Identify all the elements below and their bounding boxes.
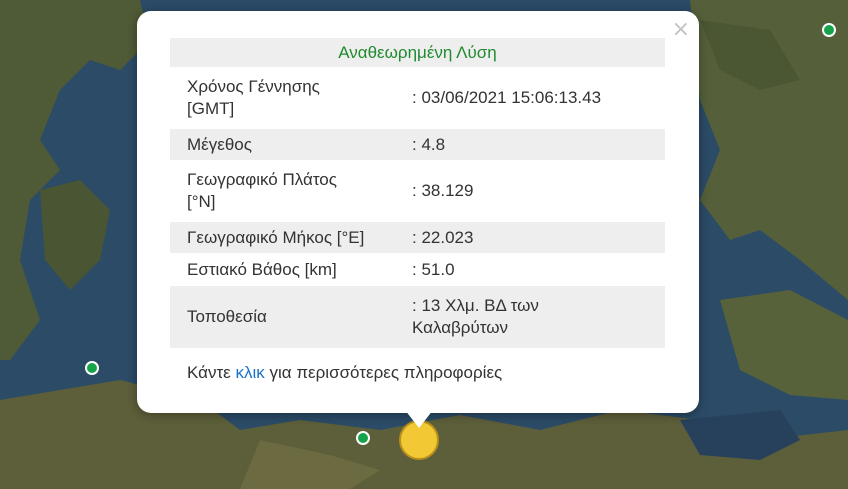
table-row: Εστιακό Βάθος [km] : 51.0 xyxy=(170,253,665,286)
earthquake-details-table: Αναθεωρημένη Λύση Χρόνος Γέννησης [GMT] … xyxy=(170,38,665,348)
row-value: : 22.023 xyxy=(412,222,665,253)
table-row: Τοποθεσία : 13 Χλμ. ΒΔ των Καλαβρύτων xyxy=(170,286,665,348)
table-row: Χρόνος Γέννησης [GMT] : 03/06/2021 15:06… xyxy=(170,67,665,129)
row-label: Γεωγραφικό Μήκος [°E] xyxy=(170,222,412,253)
popup-pointer xyxy=(405,410,433,428)
row-label: Εστιακό Βάθος [km] xyxy=(187,259,337,279)
row-label: Τοποθεσία xyxy=(170,286,412,348)
earthquake-marker-small[interactable] xyxy=(85,361,99,375)
earthquake-marker-small[interactable] xyxy=(822,23,836,37)
table-row: Μέγεθος : 4.8 xyxy=(170,129,665,160)
more-info-link[interactable]: κλικ xyxy=(235,363,264,382)
footer-prefix: Κάντε xyxy=(187,363,236,382)
table-row: Γεωγραφικό Μήκος [°E] : 22.023 xyxy=(170,222,665,253)
footer-suffix: για περισσότερες πληροφορίες xyxy=(264,363,503,382)
row-value: : 38.129 xyxy=(412,181,474,200)
more-info-footer: Κάντε κλικ για περισσότερες πληροφορίες xyxy=(187,363,502,383)
table-title-row: Αναθεωρημένη Λύση xyxy=(170,38,665,67)
row-value: : 13 Χλμ. ΒΔ των Καλαβρύτων xyxy=(412,286,665,348)
earthquake-info-popup: × Αναθεωρημένη Λύση Χρόνος Γέννησης [GMT… xyxy=(137,11,699,413)
popup-title: Αναθεωρημένη Λύση xyxy=(170,38,665,67)
row-value: : 03/06/2021 15:06:13.43 xyxy=(412,88,602,107)
row-label: Γεωγραφικό Πλάτος [°N] xyxy=(187,170,337,211)
row-label: Μέγεθος xyxy=(170,129,412,160)
earthquake-marker-small[interactable] xyxy=(356,431,370,445)
table-row: Γεωγραφικό Πλάτος [°N] : 38.129 xyxy=(170,160,665,222)
row-label: Χρόνος Γέννησης [GMT] xyxy=(187,77,320,118)
row-value: : 4.8 xyxy=(412,129,665,160)
row-value: : 51.0 xyxy=(412,259,455,279)
close-icon[interactable]: × xyxy=(672,19,690,41)
